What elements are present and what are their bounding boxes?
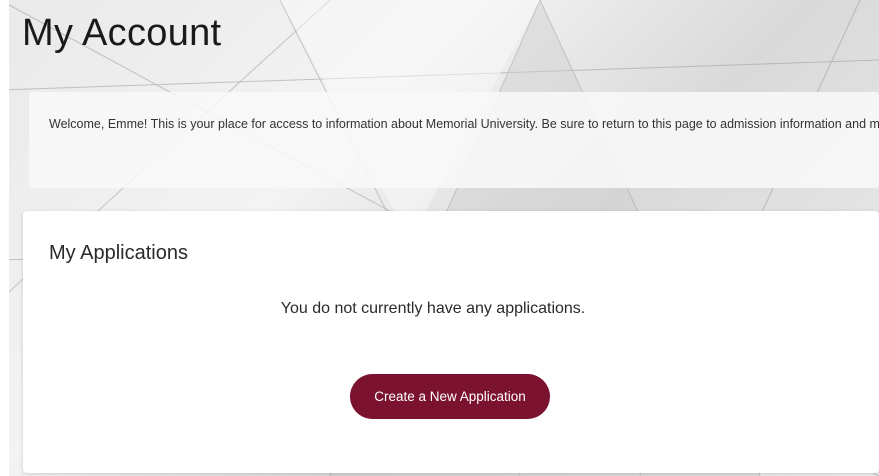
no-applications-message: You do not currently have any applicatio… [280, 300, 586, 317]
page-title: My Account [22, 12, 222, 54]
my-applications-card: My Applications You do not currently hav… [23, 211, 879, 473]
create-new-application-button[interactable]: Create a New Application [350, 374, 550, 419]
applications-heading: My Applications [49, 242, 188, 264]
welcome-panel: Welcome, Emme! This is your place for ac… [29, 92, 879, 188]
welcome-text: Welcome, Emme! This is your place for ac… [49, 117, 879, 131]
left-page-edge [0, 0, 9, 476]
